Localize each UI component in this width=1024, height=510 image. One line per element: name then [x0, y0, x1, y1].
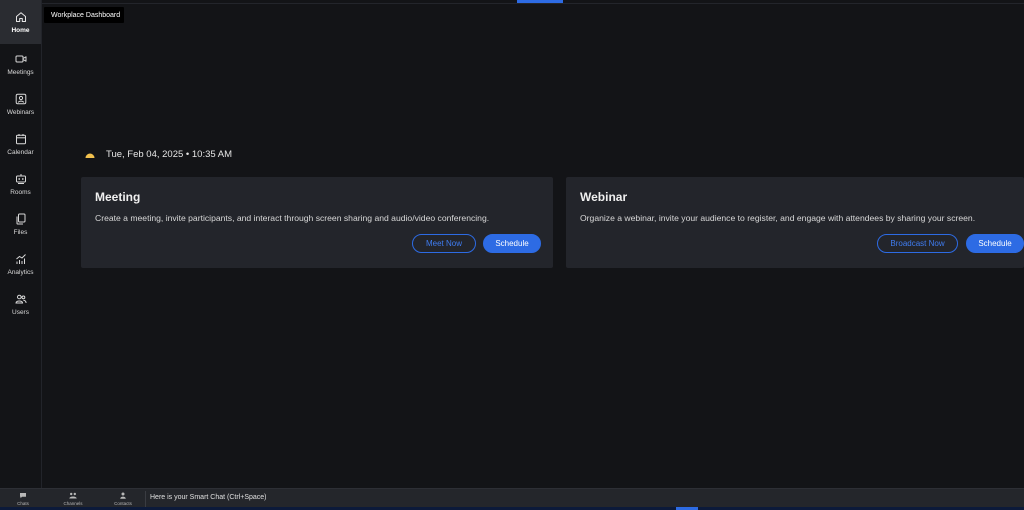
users-icon: [14, 294, 27, 303]
bottom-item-chats[interactable]: Chats: [8, 492, 38, 506]
webinar-card: Webinar Organize a webinar, invite your …: [566, 177, 1024, 268]
sidebar-item-calendar[interactable]: Calendar: [0, 124, 41, 164]
sidebar-item-rooms[interactable]: Rooms: [0, 164, 41, 204]
calendar-icon: [15, 133, 26, 144]
channels-icon: [69, 492, 77, 499]
sidebar-item-files[interactable]: Files: [0, 204, 41, 244]
contacts-icon: [120, 492, 126, 499]
tooltip: Workplace Dashboard: [44, 7, 124, 23]
sidebar: Home Meetings Webinars Calendar Rooms Fi…: [0, 0, 42, 488]
webinar-schedule-button[interactable]: Schedule: [966, 234, 1024, 253]
card-description: Create a meeting, invite participants, a…: [95, 213, 490, 223]
meet-now-button[interactable]: Meet Now: [412, 234, 476, 253]
sidebar-item-analytics[interactable]: Analytics: [0, 244, 41, 284]
bottom-item-label: Channels: [63, 501, 83, 506]
sidebar-item-label: Files: [13, 228, 28, 236]
chat-icon: [20, 493, 26, 499]
top-bar: [0, 0, 1024, 4]
bottom-item-channels[interactable]: Channels: [58, 492, 88, 506]
sun-icon: [85, 153, 95, 158]
sidebar-item-label: Analytics: [7, 268, 34, 276]
sidebar-item-label: Users: [12, 308, 29, 316]
bottom-item-label: Contacts: [114, 501, 132, 506]
date-time-text: Tue, Feb 04, 2025 • 10:35 AM: [106, 149, 233, 160]
bottom-item-label: Chats: [17, 501, 29, 506]
top-accent-indicator: [517, 0, 563, 3]
sidebar-item-label: Webinars: [6, 108, 35, 116]
card-description: Organize a webinar, invite your audience…: [580, 213, 976, 223]
card-title: Meeting: [95, 190, 141, 204]
smart-chat-prompt[interactable]: Here is your Smart Chat (Ctrl+Space): [150, 494, 267, 501]
sidebar-item-webinars[interactable]: Webinars: [0, 84, 41, 124]
bottom-item-contacts[interactable]: Contacts: [108, 492, 138, 506]
rooms-icon: [15, 173, 26, 184]
video-camera-icon: [15, 55, 26, 62]
sidebar-item-users[interactable]: Users: [0, 284, 41, 324]
date-time-line: Tue, Feb 04, 2025 • 10:35 AM: [85, 149, 232, 160]
webinar-icon: [15, 93, 26, 104]
broadcast-now-button[interactable]: Broadcast Now: [877, 234, 958, 253]
analytics-icon: [15, 253, 26, 264]
meeting-card: Meeting Create a meeting, invite partici…: [81, 177, 553, 268]
card-title: Webinar: [580, 190, 628, 204]
files-icon: [16, 213, 25, 224]
meeting-schedule-button[interactable]: Schedule: [483, 234, 541, 253]
sidebar-item-label: Calendar: [7, 148, 34, 156]
sidebar-item-meetings[interactable]: Meetings: [0, 44, 41, 84]
sidebar-item-label: Home: [11, 26, 30, 34]
sidebar-item-home[interactable]: Home: [0, 0, 41, 44]
home-icon: [15, 11, 26, 22]
sidebar-item-label: Meetings: [7, 68, 34, 76]
sidebar-item-label: Rooms: [10, 188, 31, 196]
